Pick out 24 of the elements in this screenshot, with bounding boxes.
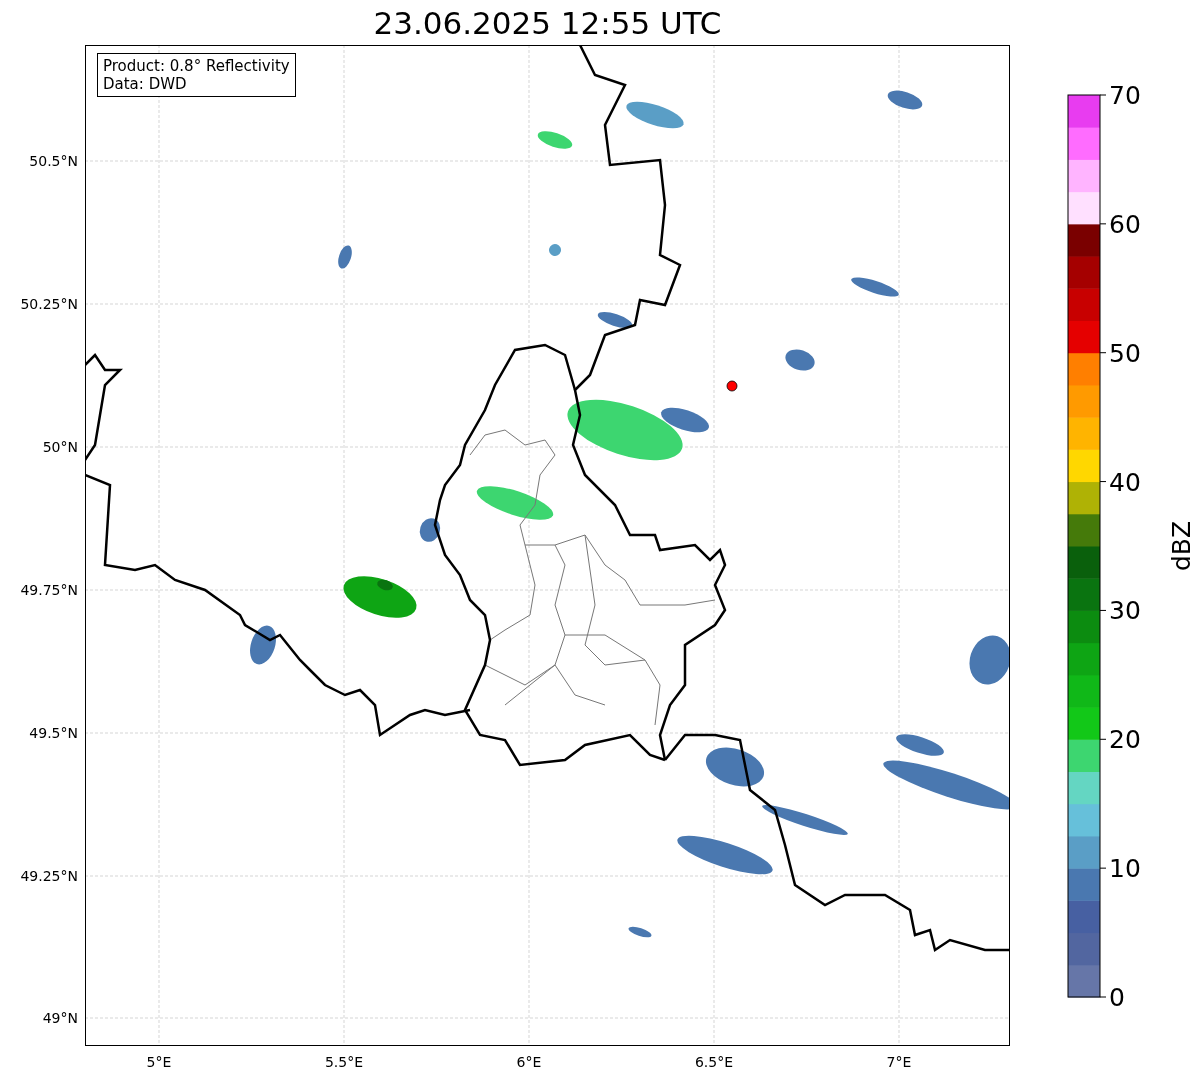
colorbar-tick-label: 20 [1109,725,1141,755]
colorbar-tick-label: 10 [1109,854,1141,884]
colorbar-tick-label: 30 [1109,596,1141,626]
legend-text: Data: DWD [103,75,188,93]
longitude-label: 5°E [145,1053,173,1072]
colorbar-tick-label: 60 [1109,209,1141,239]
latitude-label: 49.75°N [19,581,78,600]
latitude-label: 50.5°N [28,152,78,171]
colorbar-tick-label: 50 [1109,338,1141,368]
latitude-label: 50°N [41,438,78,457]
latitude-label: 49°N [41,1009,78,1028]
latitude-label: 49.5°N [28,724,78,743]
colorbar-tick-label: 40 [1109,467,1141,497]
longitude-label: 5.5°E [323,1053,365,1072]
colorbar-tick-label: 70 [1109,81,1141,110]
chart-title: 23.06.2025 12:55 UTC [372,4,723,43]
latitude-label: 50.25°N [19,295,78,314]
latitude-label: 49.25°N [19,867,78,886]
longitude-label: 7°E [885,1053,913,1072]
legend-text: Product: 0.8° Reflectivity [103,57,290,75]
colorbar-tick-label: 0 [1109,983,1125,1012]
longitude-label: 6.5°E [693,1053,735,1072]
longitude-label: 6°E [515,1053,543,1072]
colorbar-label: dBZ [1167,520,1196,572]
